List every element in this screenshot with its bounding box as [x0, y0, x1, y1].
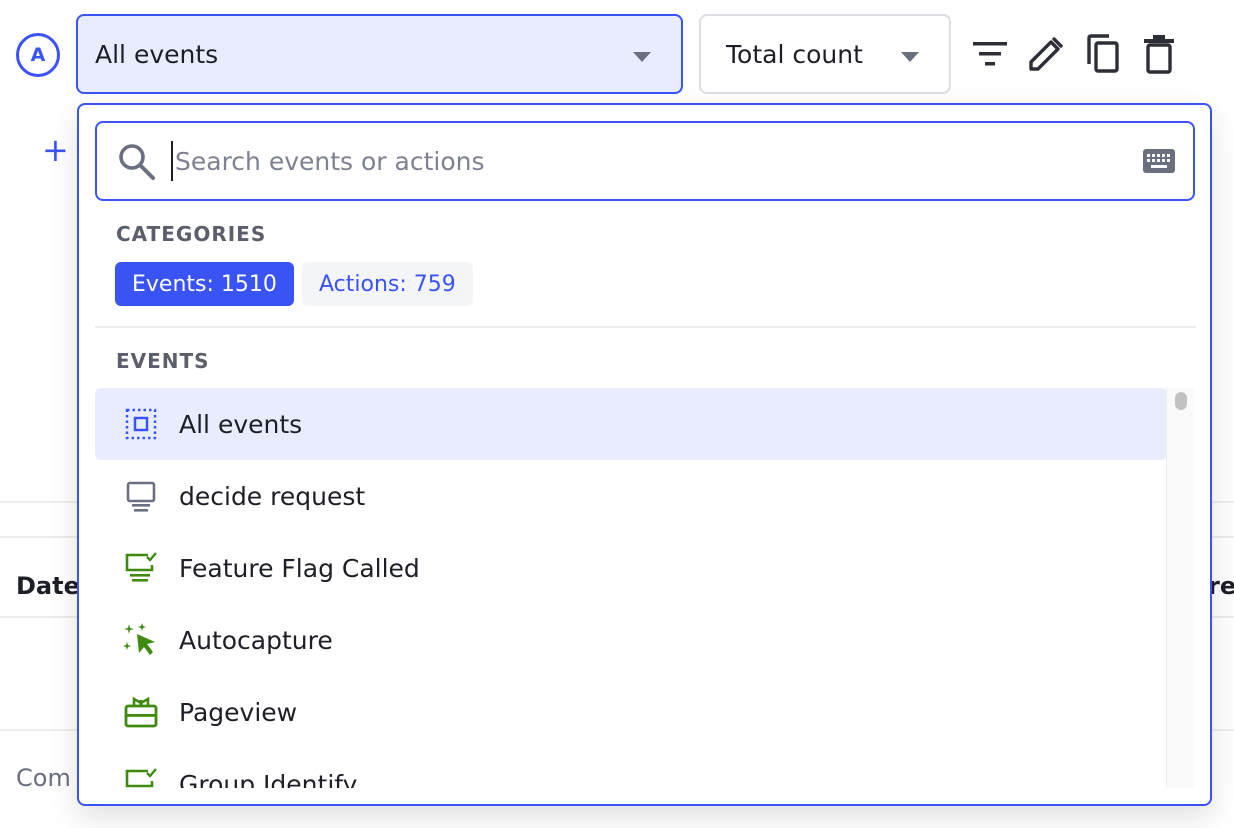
autocapture-cursor-icon: [121, 620, 161, 660]
search-box[interactable]: [95, 121, 1195, 201]
all-events-icon: [121, 404, 161, 444]
list-item-label: Group Identify: [179, 769, 358, 789]
category-chip-label: Actions: 759: [319, 271, 456, 297]
section-divider: [95, 326, 1196, 328]
list-item-decide-request[interactable]: decide request: [95, 460, 1167, 532]
pageview-icon: [121, 692, 161, 732]
list-item-autocapture[interactable]: Autocapture: [95, 604, 1167, 676]
series-letter-badge: A: [16, 33, 60, 77]
list-item-pageview[interactable]: Pageview: [95, 676, 1167, 748]
copy-icon: [1087, 34, 1119, 73]
list-item-group-identify[interactable]: Group Identify: [95, 748, 1167, 788]
filter-icon: [973, 42, 1007, 66]
search-input[interactable]: [171, 141, 1121, 181]
math-select[interactable]: Total count: [699, 14, 951, 94]
keyboard-icon[interactable]: [1143, 149, 1175, 173]
add-series-button[interactable]: +: [42, 134, 69, 166]
table-row-label: Com: [16, 764, 71, 792]
feature-flag-icon: [121, 548, 161, 588]
events-list: All events decide request Feature Flag C…: [95, 388, 1167, 788]
list-item-label: Pageview: [179, 697, 298, 727]
list-item-label: Feature Flag Called: [179, 553, 420, 583]
category-chip-actions[interactable]: Actions: 759: [302, 262, 473, 306]
filter-button[interactable]: [970, 32, 1010, 76]
event-picker-popover: CATEGORIES Events: 1510 Actions: 759 EVE…: [77, 103, 1212, 806]
group-identify-icon: [121, 764, 161, 788]
math-select-value: Total count: [726, 39, 863, 69]
math-select-chevron-down-icon: [901, 52, 919, 62]
table-header-date: Date: [16, 572, 80, 600]
events-list-scrollbar[interactable]: [1166, 388, 1194, 788]
scrollbar-thumb[interactable]: [1175, 392, 1187, 410]
delete-trash-icon: [1144, 35, 1174, 74]
event-select-chevron-down-icon: [633, 52, 651, 62]
event-select-value: All events: [95, 39, 219, 69]
list-item-label: Autocapture: [179, 625, 333, 655]
edit-pencil-icon: [1029, 37, 1063, 71]
category-chip-events[interactable]: Events: 1510: [115, 262, 294, 306]
categories-title: CATEGORIES: [116, 222, 267, 246]
monitor-icon: [121, 476, 161, 516]
search-icon: [119, 144, 155, 180]
category-chip-label: Events: 1510: [132, 271, 277, 297]
delete-button[interactable]: [1139, 32, 1179, 76]
edit-button[interactable]: [1026, 32, 1066, 76]
list-item-label: All events: [179, 409, 303, 439]
event-select[interactable]: All events: [76, 14, 683, 94]
list-item-feature-flag-called[interactable]: Feature Flag Called: [95, 532, 1167, 604]
list-item-all-events[interactable]: All events: [95, 388, 1167, 460]
events-title: EVENTS: [116, 349, 210, 373]
duplicate-button[interactable]: [1083, 32, 1123, 76]
list-item-label: decide request: [179, 481, 366, 511]
